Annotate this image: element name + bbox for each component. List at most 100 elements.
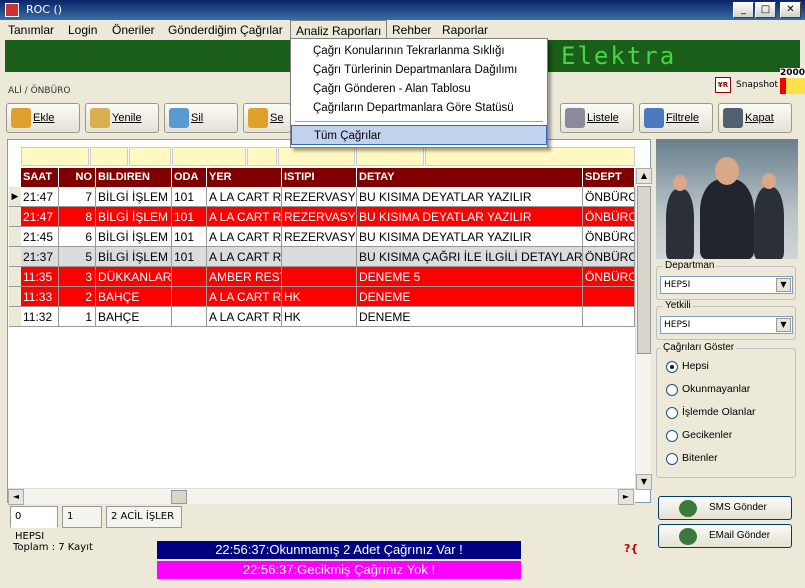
cell-oda[interactable]: 101	[172, 187, 207, 207]
cell-sdept[interactable]: ÖNBÜRO	[583, 267, 635, 287]
ekle-button[interactable]: Ekle	[6, 103, 80, 133]
cell-bildiren[interactable]: BİLGİ İŞLEM	[96, 227, 172, 247]
row-indicator[interactable]: ▶	[9, 187, 21, 207]
cell-sdept[interactable]: ÖNBÜRO	[583, 247, 635, 267]
cell-sdept[interactable]	[583, 287, 635, 307]
departman-select[interactable]: HEPSI ▼	[660, 276, 793, 294]
menu-cagri-statusu[interactable]: Çağrıların Departmanlara Göre Statüsü	[291, 98, 547, 118]
listele-button[interactable]: Listele	[560, 103, 634, 133]
menu-raporlar[interactable]: Raporlar	[437, 20, 493, 40]
col-saat[interactable]: SAAT	[21, 168, 59, 187]
radio-option[interactable]: Bitenler	[666, 452, 786, 468]
cell-yer[interactable]: A LA CART R	[207, 187, 282, 207]
tab-hepsi[interactable]: 0 HEPSI	[10, 506, 58, 542]
col-bildiren[interactable]: BILDIREN	[96, 168, 172, 187]
cell-oda[interactable]	[172, 287, 207, 307]
calls-grid[interactable]: SAAT NO BILDIREN ODA YER ISTIPI DETAY SD…	[7, 139, 652, 505]
help-icon[interactable]: ?{	[624, 542, 638, 555]
cell-sdept[interactable]	[583, 307, 635, 327]
row-indicator[interactable]	[9, 227, 21, 247]
col-oda[interactable]: ODA	[172, 168, 207, 187]
tab-1[interactable]: 1	[62, 506, 102, 528]
cell-bildiren[interactable]: BAHÇE	[96, 307, 172, 327]
cell-istipi[interactable]	[282, 247, 357, 267]
maximize-button[interactable]: □	[755, 2, 776, 18]
menu-rehber[interactable]: Rehber	[387, 20, 436, 40]
cell-sdept[interactable]: ÖNBÜRO	[583, 207, 635, 227]
cell-yer[interactable]: A LA CART R	[207, 207, 282, 227]
cell-saat[interactable]: 21:45	[21, 227, 59, 247]
menu-oneriler[interactable]: Öneriler	[107, 20, 160, 40]
cell-detay[interactable]: BU KISIMA DEYATLAR YAZILIR	[357, 187, 583, 207]
cell-istipi[interactable]: REZERVASYON	[282, 187, 357, 207]
cell-oda[interactable]: 101	[172, 247, 207, 267]
radio-option[interactable]: İşlemde Olanlar	[666, 406, 786, 422]
cell-saat[interactable]: 11:35	[21, 267, 59, 287]
menu-tanimlar[interactable]: Tanımlar	[3, 20, 59, 40]
menu-gonderdigim-cagrilar[interactable]: Gönderdiğim Çağrılar	[163, 20, 288, 40]
vertical-scrollbar[interactable]: ▲ ▼	[635, 168, 652, 490]
cell-no[interactable]: 6	[59, 227, 96, 247]
menu-tum-cagrilar[interactable]: Tüm Çağrılar	[291, 125, 547, 145]
cell-no[interactable]: 2	[59, 287, 96, 307]
cell-no[interactable]: 3	[59, 267, 96, 287]
cell-yer[interactable]: A LA CART R	[207, 227, 282, 247]
radio-circle-icon[interactable]	[666, 430, 678, 442]
radio-option[interactable]: Okunmayanlar	[666, 383, 786, 399]
tab-acil-isler[interactable]: 2 ACİL İŞLER	[106, 506, 182, 528]
cell-yer[interactable]: A LA CART R	[207, 287, 282, 307]
cell-yer[interactable]: A LA CART R	[207, 247, 282, 267]
cell-detay[interactable]: DENEME	[357, 307, 583, 327]
cell-no[interactable]: 8	[59, 207, 96, 227]
horizontal-scrollbar[interactable]: ◄ ►	[8, 488, 635, 505]
filter-cell[interactable]	[356, 147, 424, 166]
cell-istipi[interactable]	[282, 267, 357, 287]
sms-gonder-button[interactable]: SMS Gönder	[658, 496, 792, 520]
col-sdept[interactable]: SDEPT	[583, 168, 635, 187]
horizontal-scroll-thumb[interactable]	[171, 490, 187, 504]
menu-cagri-gonderen-alan[interactable]: Çağrı Gönderen - Alan Tablosu	[291, 79, 547, 99]
filter-cell[interactable]	[21, 147, 89, 166]
chevron-down-icon[interactable]: ▼	[776, 278, 791, 292]
menu-analiz-raporlari[interactable]: Analiz Raporları	[290, 20, 388, 40]
col-istipi[interactable]: ISTIPI	[282, 168, 357, 187]
snapshot-button[interactable]: ¥R Snapshot	[712, 74, 778, 96]
radio-option[interactable]: Hepsi	[666, 360, 786, 376]
scroll-down-arrow-icon[interactable]: ▼	[636, 474, 652, 490]
chevron-down-icon[interactable]: ▼	[776, 318, 791, 332]
filter-cell[interactable]	[90, 147, 128, 166]
cell-bildiren[interactable]: BİLGİ İŞLEM	[96, 247, 172, 267]
sil-button[interactable]: Sil	[164, 103, 238, 133]
cell-detay[interactable]: DENEME 5	[357, 267, 583, 287]
cell-saat[interactable]: 11:33	[21, 287, 59, 307]
menu-login[interactable]: Login	[63, 20, 102, 40]
se-button[interactable]: Se	[243, 103, 291, 133]
scroll-right-arrow-icon[interactable]: ►	[618, 489, 634, 505]
row-indicator[interactable]	[9, 287, 21, 307]
radio-circle-icon[interactable]	[666, 453, 678, 465]
col-no[interactable]: NO	[59, 168, 96, 187]
close-button[interactable]: ✕	[780, 2, 801, 18]
cell-saat[interactable]: 21:47	[21, 207, 59, 227]
yetkili-select[interactable]: HEPSI ▼	[660, 316, 793, 334]
radio-circle-icon[interactable]	[666, 361, 678, 373]
cell-saat[interactable]: 21:37	[21, 247, 59, 267]
filtrele-button[interactable]: Filtrele	[639, 103, 713, 133]
email-gonder-button[interactable]: EMail Gönder	[658, 524, 792, 548]
cell-detay[interactable]: BU KISIMA ÇAĞRI İLE İLGİLİ DETAYLAR YAZI…	[357, 247, 583, 267]
scroll-up-arrow-icon[interactable]: ▲	[636, 168, 652, 184]
radio-circle-icon[interactable]	[666, 407, 678, 419]
filter-cell[interactable]	[247, 147, 277, 166]
cell-istipi[interactable]: REZERVASYON	[282, 227, 357, 247]
cell-sdept[interactable]: ÖNBÜRO	[583, 187, 635, 207]
cell-istipi[interactable]: HK	[282, 287, 357, 307]
row-indicator[interactable]	[9, 207, 21, 227]
scroll-left-arrow-icon[interactable]: ◄	[8, 489, 24, 505]
filter-cell[interactable]	[172, 147, 246, 166]
cell-bildiren[interactable]: BİLGİ İŞLEM	[96, 187, 172, 207]
menu-cagri-konulari[interactable]: Çağrı Konularının Tekrarlanma Sıklığı	[291, 41, 547, 61]
kapat-button[interactable]: Kapat	[718, 103, 792, 133]
filter-cell[interactable]	[129, 147, 171, 166]
cell-istipi[interactable]: HK	[282, 307, 357, 327]
cell-oda[interactable]	[172, 267, 207, 287]
